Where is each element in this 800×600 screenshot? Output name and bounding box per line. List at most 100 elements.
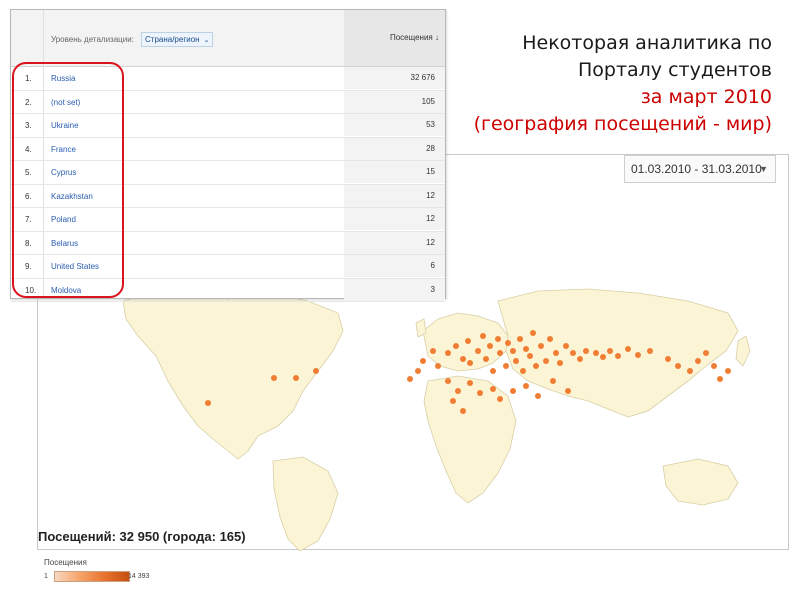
visit-dot [533, 363, 539, 369]
visit-dot [557, 360, 563, 366]
visits-value: 105 [344, 90, 445, 113]
visit-dot [465, 338, 471, 344]
visit-dot [475, 348, 481, 354]
visit-dot [445, 378, 451, 384]
visit-dot [453, 343, 459, 349]
visit-dot [687, 368, 693, 374]
table-header: Уровень детализации: Страна/регион ⌄ Посе… [11, 10, 445, 67]
visit-dot [635, 352, 641, 358]
visit-dot [455, 388, 461, 394]
visits-total: Посещений: 32 950 (города: 165) [38, 529, 246, 544]
legend-min: 1 [44, 573, 48, 580]
heading-line-4: (география посещений - мир) [473, 113, 772, 135]
visit-dot [538, 343, 544, 349]
visit-dot [487, 343, 493, 349]
visit-dot [565, 388, 571, 394]
heading-line-2: Порталу студентов [577, 59, 772, 81]
visits-value: 12 [344, 231, 445, 254]
visit-dot [695, 358, 701, 364]
visit-dot [600, 354, 606, 360]
visit-dot [647, 348, 653, 354]
visit-dot [547, 336, 553, 342]
visits-value: 12 [344, 208, 445, 230]
visit-dot [503, 363, 509, 369]
date-range-picker[interactable]: 01.03.2010 - 31.03.2010 ▼ [624, 155, 776, 183]
australia-shape [662, 458, 739, 506]
visit-dot [293, 375, 299, 381]
visit-dot [497, 350, 503, 356]
visit-dot [570, 350, 576, 356]
visit-dot [407, 376, 413, 382]
detail-level-select[interactable]: Страна/регион ⌄ [141, 32, 214, 47]
visit-dot [593, 350, 599, 356]
visit-dot [513, 358, 519, 364]
detail-level-value: Страна/регион [145, 35, 200, 44]
visit-dot [205, 400, 211, 406]
visit-dot [271, 375, 277, 381]
visit-dot [467, 380, 473, 386]
visit-dot [495, 336, 501, 342]
visit-dot [675, 363, 681, 369]
chevron-down-icon: ⌄ [203, 37, 210, 44]
date-range-value: 01.03.2010 - 31.03.2010 [631, 162, 762, 176]
visit-dot [583, 348, 589, 354]
heading-line-1: Некоторая аналитика по [522, 32, 772, 54]
visit-dot [313, 368, 319, 374]
visit-dot [577, 356, 583, 362]
visits-header-label: Посещения [389, 33, 433, 42]
visit-dot [625, 346, 631, 352]
visits-value: 53 [344, 114, 445, 136]
visit-dot [510, 348, 516, 354]
visit-dot [497, 396, 503, 402]
visits-value: 15 [344, 161, 445, 183]
visits-value: 28 [344, 137, 445, 160]
visit-dot [490, 368, 496, 374]
visit-dot [415, 368, 421, 374]
visit-dot [505, 340, 511, 346]
visit-dot [563, 343, 569, 349]
visit-dot [460, 408, 466, 414]
visit-dot [445, 350, 451, 356]
north-america-shape [122, 290, 344, 460]
visit-dot [553, 350, 559, 356]
arrow-down-icon: ↓ [435, 33, 439, 42]
south-america-shape [272, 456, 339, 551]
visit-dot [550, 378, 556, 384]
visit-dot [460, 356, 466, 362]
legend-title: Посещения [44, 558, 87, 567]
legend-color-scale [54, 571, 130, 582]
africa-shape [423, 375, 517, 504]
chevron-down-icon[interactable]: ▼ [759, 156, 768, 182]
visit-dot [543, 358, 549, 364]
visit-dot [607, 348, 613, 354]
visits-column-header[interactable]: Посещения ↓ [344, 10, 445, 66]
visit-dot [523, 346, 529, 352]
visit-dot [711, 363, 717, 369]
visit-dot [523, 383, 529, 389]
visit-dot [535, 393, 541, 399]
visits-value: 6 [344, 255, 445, 277]
legend-max: 14 393 [128, 573, 150, 580]
visit-dot [480, 333, 486, 339]
visit-dot [530, 330, 536, 336]
visit-dot [420, 358, 426, 364]
visit-dot [517, 336, 523, 342]
highlight-oval [12, 62, 124, 298]
visit-dot [527, 353, 533, 359]
visit-dot [483, 356, 489, 362]
visit-dot [450, 398, 456, 404]
visits-value: 32 676 [344, 67, 445, 89]
visit-dot [430, 348, 436, 354]
visit-dot [435, 363, 441, 369]
detail-level-label: Уровень детализации: [51, 35, 134, 44]
visits-value: 3 [344, 278, 445, 301]
visit-dot [665, 356, 671, 362]
visit-dot [477, 390, 483, 396]
heading-line-3: за март 2010 [640, 86, 772, 108]
visit-dot [510, 388, 516, 394]
japan-shape [735, 335, 751, 367]
visit-dot [490, 386, 496, 392]
visits-total-text: Посещений: 32 950 (города: 165) [38, 529, 246, 544]
visit-dot [467, 360, 473, 366]
visit-dot [725, 368, 731, 374]
